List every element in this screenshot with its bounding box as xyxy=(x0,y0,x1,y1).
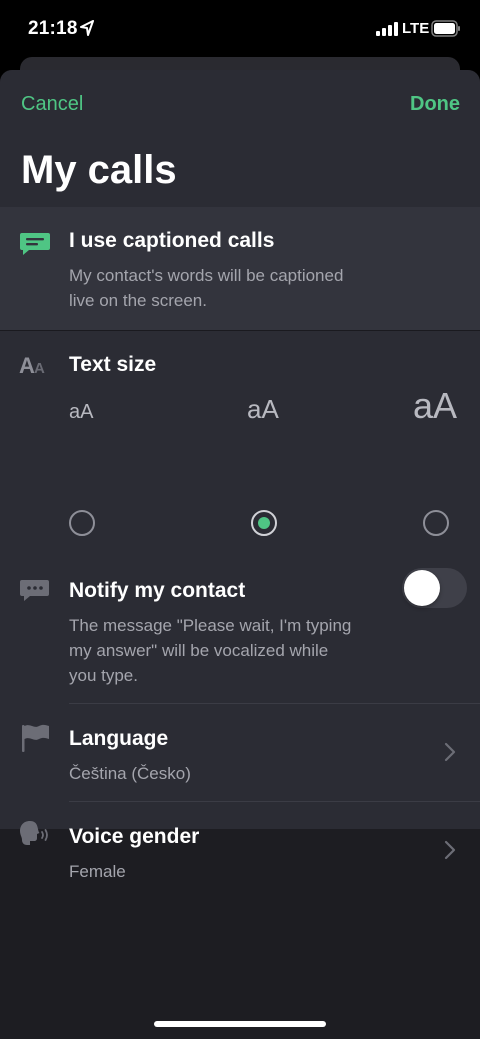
svg-text:A: A xyxy=(19,353,35,378)
voice-gender-value: Female xyxy=(69,862,126,881)
sheet-header: Cancel Done My calls xyxy=(0,70,480,207)
captioned-calls-title: I use captioned calls xyxy=(69,229,275,252)
signal-bars-icon xyxy=(376,22,398,36)
toggle-knob xyxy=(404,570,440,606)
page-title: My calls xyxy=(21,148,177,192)
flag-icon xyxy=(22,724,49,752)
language-title: Language xyxy=(69,727,169,750)
notify-line-2: my answer" will be vocalized while xyxy=(69,641,329,660)
text-size-icon: A A xyxy=(19,353,45,378)
text-size-title: Text size xyxy=(69,353,157,376)
done-button[interactable]: Done xyxy=(410,93,460,116)
settings-list: A A Text size aA aA aA Notify my contact xyxy=(0,331,480,881)
status-time: 21:18 xyxy=(28,18,78,39)
voice-gender-row[interactable]: Voice gender Female xyxy=(0,802,480,899)
text-size-small-label: aA xyxy=(69,401,94,423)
text-size-medium-label: aA xyxy=(247,394,279,424)
notify-contact-title: Notify my contact xyxy=(69,579,246,602)
battery-icon xyxy=(431,20,460,37)
captioned-calls-row[interactable]: I use captioned calls My contact's words… xyxy=(0,207,480,331)
caption-icon xyxy=(20,233,50,255)
network-label: LTE xyxy=(402,20,430,37)
notify-contact-toggle[interactable] xyxy=(402,568,467,608)
text-size-medium-radio[interactable] xyxy=(251,510,277,536)
language-value: Čeština (Česko) xyxy=(69,764,191,783)
voice-gender-title: Voice gender xyxy=(69,825,200,848)
notify-contact-description: The message "Please wait, I'm typing my … xyxy=(69,613,399,688)
captioned-calls-line-2: live on the screen. xyxy=(69,291,207,310)
speaking-head-icon xyxy=(20,821,48,845)
text-size-large-label: aA xyxy=(413,385,458,426)
location-arrow-icon xyxy=(80,20,94,36)
captioned-calls-line-1: My contact's words will be captioned xyxy=(69,266,344,285)
settings-sheet: Cancel Done My calls I use captioned cal… xyxy=(0,70,480,1039)
text-size-large-radio[interactable] xyxy=(423,510,449,536)
chevron-right-icon xyxy=(444,742,456,762)
chevron-right-icon xyxy=(444,840,456,860)
text-size-small-radio[interactable] xyxy=(69,510,95,536)
home-indicator[interactable] xyxy=(154,1021,326,1027)
typing-bubble-icon xyxy=(20,580,49,601)
captioned-calls-description: My contact's words will be captioned liv… xyxy=(69,263,399,313)
svg-text:A: A xyxy=(34,360,45,377)
notify-line-3: you type. xyxy=(69,666,138,685)
status-bar: 21:18 LTE xyxy=(0,0,480,60)
language-row[interactable]: Language Čeština (Česko) xyxy=(0,704,480,801)
cancel-button[interactable]: Cancel xyxy=(21,93,83,116)
notify-line-1: The message "Please wait, I'm typing xyxy=(69,616,352,635)
